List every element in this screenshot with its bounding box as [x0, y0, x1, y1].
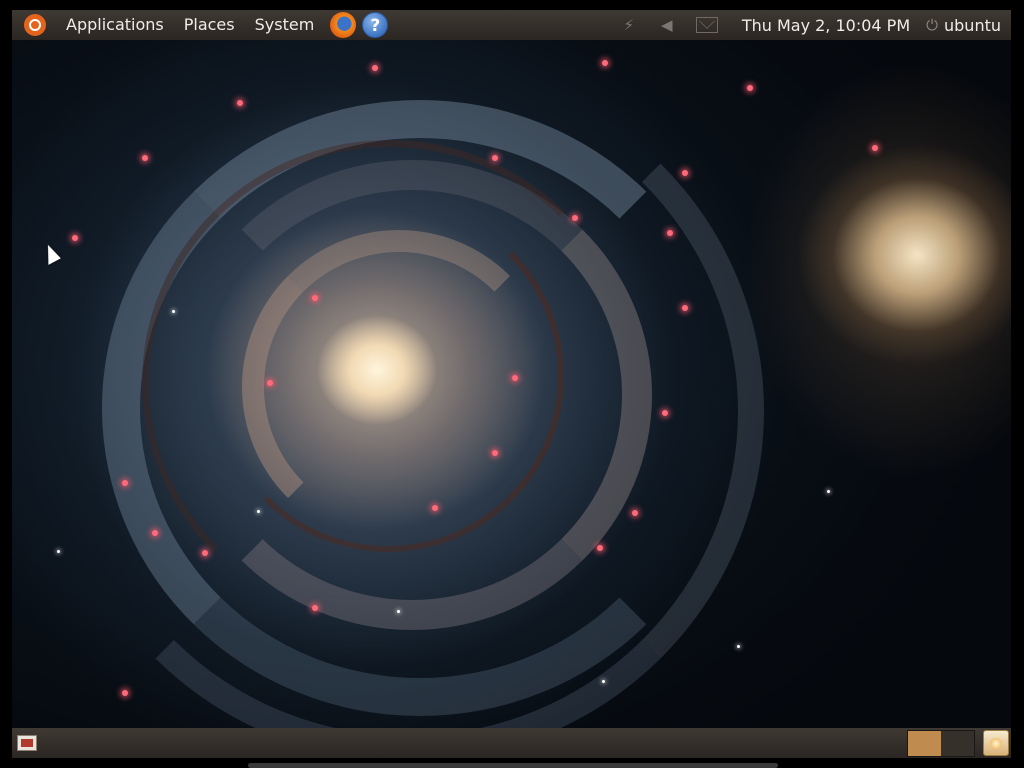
- window-frame-edge: [248, 763, 778, 768]
- star-cluster: [142, 155, 148, 161]
- star-cluster: [492, 450, 498, 456]
- star-cluster: [682, 305, 688, 311]
- menu-applications[interactable]: Applications: [56, 10, 174, 40]
- menu-places[interactable]: Places: [174, 10, 245, 40]
- network-icon[interactable]: ⚡: [619, 15, 639, 35]
- star-cluster: [312, 295, 318, 301]
- star-cluster: [512, 375, 518, 381]
- ubuntu-logo-icon[interactable]: [24, 14, 46, 36]
- workspace-2[interactable]: [941, 730, 974, 756]
- star: [602, 680, 605, 683]
- trash-icon[interactable]: [983, 730, 1009, 756]
- star-cluster: [662, 410, 668, 416]
- star: [827, 490, 830, 493]
- star-cluster: [747, 85, 753, 91]
- menu-system[interactable]: System: [245, 10, 325, 40]
- help-icon[interactable]: ?: [362, 12, 389, 38]
- bottom-panel: [12, 728, 1011, 758]
- clock[interactable]: Thu May 2, 10:04 PM: [732, 16, 920, 35]
- star-cluster: [237, 100, 243, 106]
- star-cluster: [72, 235, 78, 241]
- star: [397, 610, 400, 613]
- star-cluster: [872, 145, 878, 151]
- workspace-1[interactable]: [908, 730, 941, 756]
- star-cluster: [602, 60, 608, 66]
- star: [257, 510, 260, 513]
- star-cluster: [202, 550, 208, 556]
- mail-icon[interactable]: [695, 17, 718, 33]
- star-cluster: [122, 480, 128, 486]
- volume-icon[interactable]: ◀: [657, 15, 677, 35]
- star-cluster: [682, 170, 688, 176]
- star-cluster: [122, 690, 128, 696]
- top-panel: Applications Places System ? ⚡ ◀ Thu May…: [12, 10, 1011, 40]
- star-cluster: [597, 545, 603, 551]
- firefox-icon[interactable]: [330, 12, 357, 38]
- star-cluster: [312, 605, 318, 611]
- star-cluster: [152, 530, 158, 536]
- star-cluster: [572, 215, 578, 221]
- star-cluster: [267, 380, 273, 386]
- session-username: ubuntu: [944, 15, 1001, 35]
- star: [737, 645, 740, 648]
- star: [172, 310, 175, 313]
- star-cluster: [492, 155, 498, 161]
- star-cluster: [667, 230, 673, 236]
- star-cluster: [632, 510, 638, 516]
- workspace-switcher: [907, 729, 975, 757]
- power-icon: ⏻: [926, 16, 938, 34]
- dust-lane: [142, 140, 636, 624]
- star: [57, 550, 60, 553]
- star-cluster: [372, 65, 378, 71]
- session-menu[interactable]: ⏻ ubuntu: [920, 16, 1011, 35]
- screen: Applications Places System ? ⚡ ◀ Thu May…: [0, 0, 1024, 768]
- star-cluster: [432, 505, 438, 511]
- show-desktop-icon[interactable]: [17, 735, 37, 751]
- desktop-wallpaper[interactable]: [12, 40, 1011, 728]
